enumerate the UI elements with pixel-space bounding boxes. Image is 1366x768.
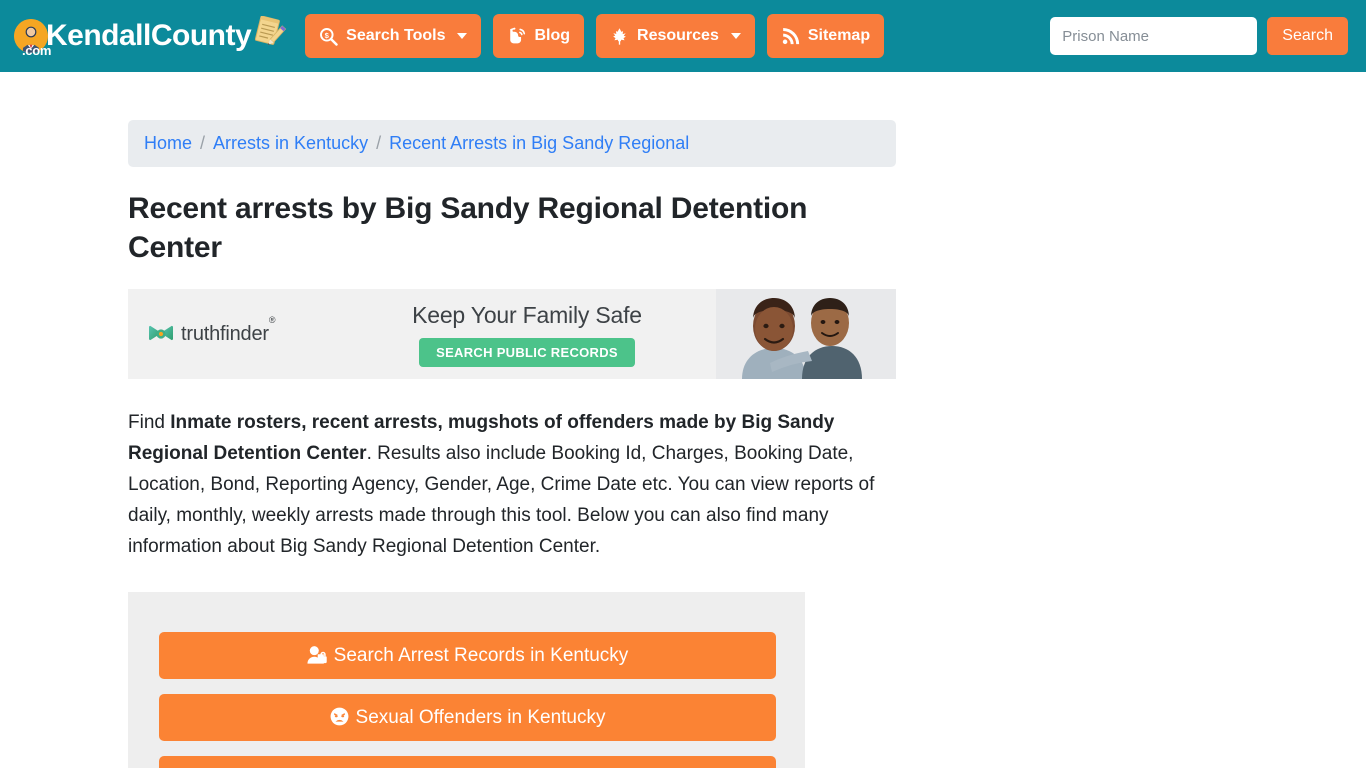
- page-title: Recent arrests by Big Sandy Regional Det…: [128, 192, 808, 264]
- breadcrumb-separator: /: [200, 133, 206, 153]
- breadcrumb-separator: /: [376, 133, 382, 153]
- search-submit-button[interactable]: Search: [1267, 17, 1348, 55]
- rss-icon: [781, 27, 800, 46]
- nav-button-label: Blog: [534, 27, 571, 44]
- nav-button-label: Sitemap: [807, 27, 871, 44]
- header-search: Search: [1050, 0, 1348, 72]
- breadcrumb-item-current[interactable]: Recent Arrests in Big Sandy Regional: [389, 133, 689, 154]
- intro-paragraph: Find Inmate rosters, recent arrests, mug…: [128, 407, 896, 562]
- leaf-icon: [610, 27, 629, 46]
- nav-button-sitemap[interactable]: Sitemap: [766, 14, 885, 58]
- notepad-pencil-icon: [249, 15, 287, 56]
- breadcrumb-item-home[interactable]: Home: [144, 133, 192, 154]
- action-panel: Search Arrest Records in Kentucky Sexual…: [128, 592, 805, 768]
- chevron-down-icon: [730, 33, 741, 39]
- blogger-icon: [507, 27, 526, 46]
- action-button-label: Sexual Offenders in Kentucky: [355, 707, 606, 728]
- search-dollar-icon: $: [319, 27, 338, 46]
- svg-text:$: $: [325, 30, 330, 39]
- site-logo-text: KendallCounty: [46, 19, 252, 52]
- nav-button-resources[interactable]: Resources: [596, 14, 755, 58]
- nav-button-blog[interactable]: Blog: [493, 14, 585, 58]
- intro-lead: Find: [128, 412, 171, 433]
- truthfinder-ad-banner[interactable]: truthfinder® Keep Your Family Safe SEARC…: [128, 289, 896, 379]
- truthfinder-bowtie-icon: [148, 323, 174, 345]
- user-lock-icon: [307, 635, 327, 682]
- site-logo-suffix: .com: [22, 43, 52, 58]
- site-logo[interactable]: KendallCounty .com: [14, 15, 287, 58]
- search-input[interactable]: [1050, 17, 1258, 55]
- search-arrest-records-button[interactable]: Search Arrest Records in Kentucky: [159, 632, 776, 679]
- father-and-son-photo: [716, 289, 896, 379]
- ad-content: Keep Your Family Safe SEARCH PUBLIC RECO…: [338, 302, 716, 367]
- action-button-label: Search Arrest Records in Kentucky: [333, 645, 629, 666]
- chevron-down-icon: [457, 33, 468, 39]
- angry-face-icon: [330, 697, 349, 744]
- content-container: Home / Arrests in Kentucky / Recent Arre…: [128, 120, 896, 768]
- top-navbar: KendallCounty .com $ Search Tools Blog R…: [0, 0, 1366, 72]
- nav-button-label: Search Tools: [346, 27, 446, 44]
- breadcrumb: Home / Arrests in Kentucky / Recent Arre…: [128, 120, 896, 167]
- sexual-offenders-button[interactable]: Sexual Offenders in Kentucky: [159, 694, 776, 741]
- landmark-icon: [350, 759, 368, 768]
- ad-brand-label: truthfinder®: [181, 314, 276, 345]
- full-background-reports-button[interactable]: Full Background Reports: [159, 756, 776, 768]
- ad-headline: Keep Your Family Safe: [412, 301, 642, 328]
- breadcrumb-item-arrests-in-kentucky[interactable]: Arrests in Kentucky: [213, 133, 368, 154]
- page-body: Home / Arrests in Kentucky / Recent Arre…: [0, 120, 1366, 768]
- nav-button-label: Resources: [637, 27, 719, 44]
- ad-cta-button[interactable]: SEARCH PUBLIC RECORDS: [419, 337, 635, 367]
- nav-button-search-tools[interactable]: $ Search Tools: [305, 14, 482, 58]
- ad-trademark: ®: [268, 314, 276, 325]
